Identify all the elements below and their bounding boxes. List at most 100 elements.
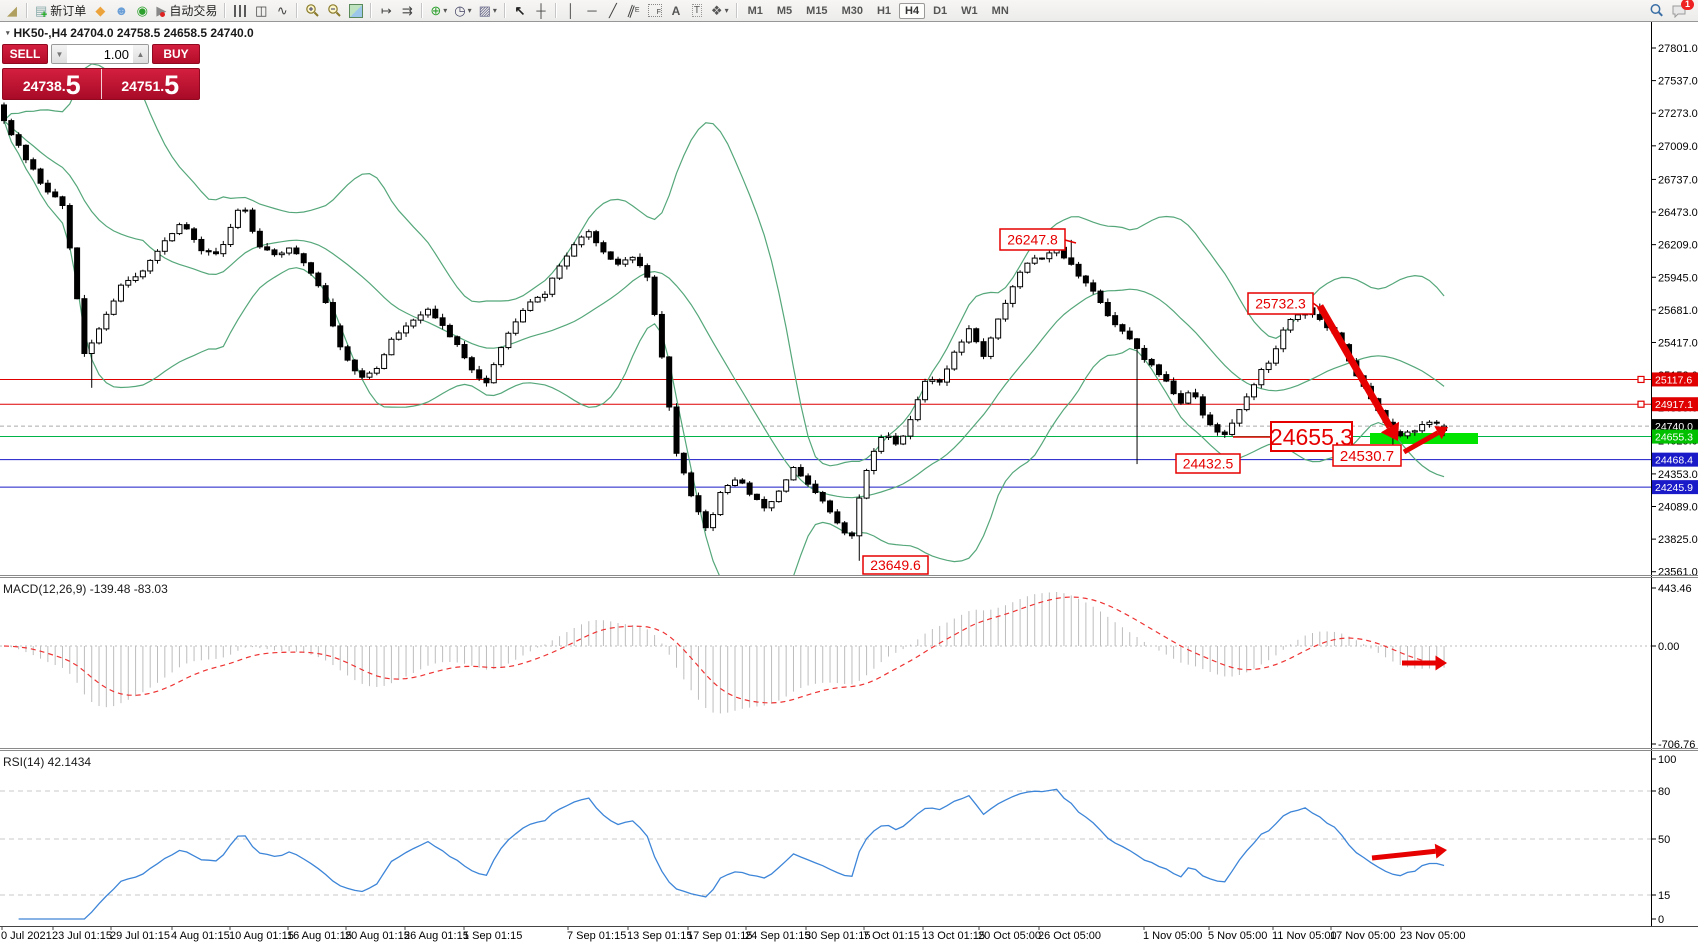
templates-button[interactable]: ▨▾ [476,2,500,20]
toolbar-separator [504,3,506,18]
timeframe-bar: M1M5M15M30H1H4D1W1MN [742,3,1015,19]
trendline-icon: ╱ [609,3,617,19]
community-button[interactable]: ☻ [111,2,131,20]
svg-text:25417.0: 25417.0 [1658,337,1698,349]
time-label: 1 Sep 01:15 [463,930,522,942]
horizontal-line-button[interactable]: ─ [582,2,602,20]
svg-text:-706.76: -706.76 [1658,739,1695,751]
crosshair-button[interactable]: ┼ [531,2,551,20]
candlestick-chart-button[interactable]: ◫ [251,2,271,20]
timeframe-m15-button[interactable]: M15 [800,3,833,19]
trend-down-arrow[interactable] [1320,306,1399,441]
top-toolbar: ◢ ▤+ 新订单 ◆ ☻ ◉ ▶ 自动交易 ◫ ∿ ↦ ⇉ ⊕▾ ◷▾ ▨▾ ↖… [0,0,1698,22]
tile-windows-button[interactable] [346,2,366,20]
toolbar-separator [370,3,372,18]
time-label: 17 Sep 01:15 [687,930,752,942]
periods-button[interactable]: ◷▾ [451,2,474,20]
chevron-down-icon: ▾ [443,6,447,15]
timeframe-m5-button[interactable]: M5 [771,3,798,19]
svg-text:24530.7: 24530.7 [1340,448,1394,465]
cursor-icon: ↖ [514,3,525,19]
symbol-ohlc-text: HK50-,H4 24704.0 24758.5 24658.5 24740.0 [14,26,254,40]
volume-decrease-button[interactable]: ▼ [52,45,67,63]
time-label: 0 Jul 2021 [1,930,52,942]
toolbar-separator [26,3,28,18]
signals-button[interactable]: ◉ [132,2,152,20]
annotation-23649.6[interactable]: 23649.6 [863,556,928,574]
svg-text:24432.5: 24432.5 [1183,456,1234,472]
annotation-26247.8[interactable]: 26247.8 [1000,229,1065,250]
volume-increase-button[interactable]: ▲ [133,45,148,63]
template-icon: ▨ [479,3,491,19]
chart-shift-button[interactable]: ⇉ [397,2,417,20]
zoom-in-icon [305,3,320,18]
svg-text:26473.0: 26473.0 [1658,207,1698,219]
svg-text:27537.0: 27537.0 [1658,76,1698,88]
mt4-window: { "toolbar": { "new_order_label": "新订单",… [0,0,1698,943]
signals-icon: ◉ [137,3,148,19]
pane-borders: 0 Jul 202123 Jul 01:1529 Jul 01:154 Aug … [0,22,1698,942]
shapes-icon: ❖ [711,3,723,19]
macd-arrow[interactable] [1402,656,1447,671]
svg-text:443.46: 443.46 [1658,583,1692,595]
trendline-button[interactable]: ╱ [603,2,623,20]
chart-annotations[interactable]: 26247.825732.324655.324530.724432.523649… [863,229,1448,574]
svg-text:26209.0: 26209.0 [1658,240,1698,252]
sell-price[interactable]: 24738. 5 [3,69,102,99]
annotation-24530.7[interactable]: 24530.7 [1333,445,1401,466]
svg-text:23649.6: 23649.6 [870,557,921,573]
indicators-button[interactable]: ⊕▾ [427,2,450,20]
zoom-in-button[interactable] [302,2,323,20]
timeframe-m1-button[interactable]: M1 [742,3,769,19]
time-label: 20 Aug 01:15 [345,930,410,942]
timeframe-d1-button[interactable]: D1 [927,3,953,19]
timeframe-mn-button[interactable]: MN [986,3,1015,19]
shapes-button[interactable]: ❖▾ [708,2,732,20]
zoom-out-button[interactable] [324,2,345,20]
new-order-button[interactable]: ▤+ 新订单 [32,2,89,20]
fibonacci-button[interactable]: F [645,2,665,20]
rsi-arrow[interactable] [1372,844,1447,859]
metaeditor-button[interactable]: ◆ [90,2,110,20]
time-label: 23 Nov 05:00 [1400,930,1465,942]
autotrading-button[interactable]: ▶ 自动交易 [153,2,220,20]
time-label: 11 Nov 05:00 [1272,930,1337,942]
time-label: 17 Nov 05:00 [1330,930,1395,942]
vertical-line-icon: │ [567,3,575,18]
toolbar-separator [421,3,423,18]
vertical-line-button[interactable]: │ [561,2,581,20]
equidistant-channel-button[interactable]: ∥E [624,2,644,20]
line-chart-button[interactable]: ∿ [272,2,292,20]
bar-chart-button[interactable] [230,2,250,20]
text-button[interactable]: A [666,2,686,20]
partial-toolbar-icon[interactable]: ◢ [2,2,22,20]
svg-text:100: 100 [1658,754,1676,766]
sell-button[interactable]: SELL [2,44,48,64]
timeframe-h1-button[interactable]: H1 [871,3,897,19]
time-label: 24 Sep 01:15 [745,930,810,942]
horizontal-lines[interactable] [0,379,1651,487]
notifications-button[interactable]: 1 [1668,2,1690,20]
chevron-down-icon: ▾ [725,6,729,15]
cursor-button[interactable]: ↖ [510,2,530,20]
buy-button[interactable]: BUY [152,44,200,64]
bid-ask-display[interactable]: 24738. 5 24751. 5 [2,68,200,100]
auto-scroll-button[interactable]: ↦ [376,2,396,20]
timeframe-m30-button[interactable]: M30 [836,3,869,19]
timeframe-h4-button[interactable]: H4 [899,3,925,19]
crosshair-icon: ┼ [536,3,545,18]
volume-input[interactable] [67,45,133,63]
search-button[interactable] [1646,2,1667,20]
svg-text:23561.0: 23561.0 [1658,567,1698,579]
candlesticks[interactable] [2,103,1447,561]
text-icon: A [672,4,681,18]
annotation-24432.5[interactable]: 24432.5 [1176,454,1240,473]
clock-icon: ◷ [454,3,465,19]
time-label: 23 Jul 01:15 [52,930,112,942]
text-label-button[interactable]: T [687,2,707,20]
svg-text:27801.0: 27801.0 [1658,43,1698,55]
annotation-25732.3[interactable]: 25732.3 [1248,293,1313,314]
timeframe-w1-button[interactable]: W1 [955,3,984,19]
buy-price[interactable]: 24751. 5 [102,69,200,99]
chart-canvas[interactable]: 27801.027537.027273.027009.026737.026473… [0,0,1698,943]
